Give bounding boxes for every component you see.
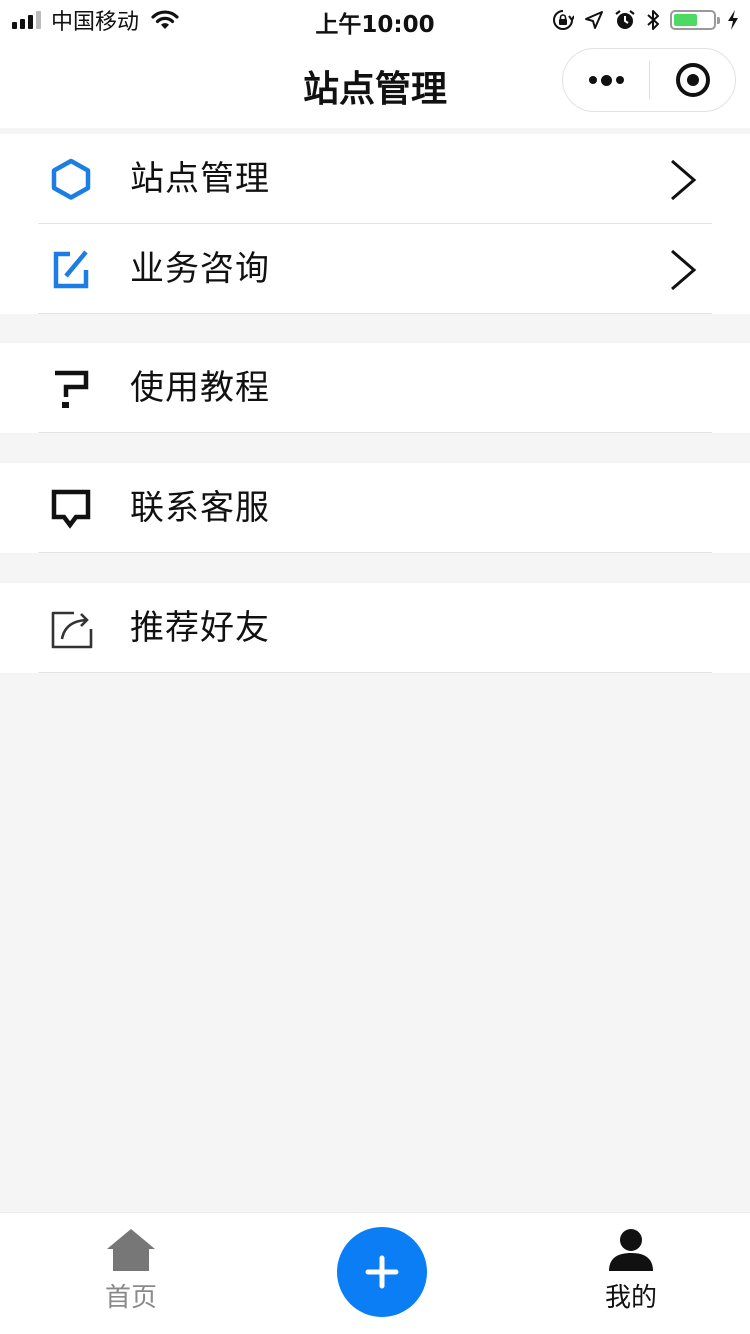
tab-mine[interactable]: 我的 xyxy=(551,1223,711,1314)
menu-item-tutorial[interactable]: 使用教程 xyxy=(0,343,750,433)
status-bar: 中国移动 上午10:00 xyxy=(0,0,750,40)
menu-item-business-consult[interactable]: 业务咨询 xyxy=(0,224,750,314)
menu-group-1: 站点管理 业务咨询 xyxy=(0,134,750,314)
battery-fill xyxy=(674,14,697,26)
menu-group-4: 推荐好友 xyxy=(0,583,750,673)
menu-item-label: 使用教程 xyxy=(130,368,270,408)
mini-program-capsule xyxy=(562,48,736,112)
tab-label: 首页 xyxy=(104,1283,157,1313)
menu-group-2: 使用教程 xyxy=(0,343,750,433)
menu-item-customer-service[interactable]: 联系客服 xyxy=(0,463,750,553)
question-icon xyxy=(55,370,89,408)
add-button[interactable] xyxy=(337,1227,427,1317)
charging-bolt-icon xyxy=(728,10,738,30)
menu-item-label: 业务咨询 xyxy=(130,249,270,289)
battery-icon xyxy=(670,10,720,30)
chevron-right-icon xyxy=(671,159,697,201)
share-icon xyxy=(51,611,93,649)
menu-item-site-management[interactable]: 站点管理 xyxy=(0,134,750,224)
close-button[interactable] xyxy=(650,49,735,111)
menu-group-3: 联系客服 xyxy=(0,463,750,553)
location-arrow-icon xyxy=(585,11,603,29)
target-circle-icon xyxy=(675,63,710,97)
menu-item-label: 站点管理 xyxy=(130,159,270,199)
menu-item-label: 推荐好友 xyxy=(130,608,270,648)
menu-item-label: 联系客服 xyxy=(130,488,270,528)
navigation-bar: 站点管理 xyxy=(0,40,750,128)
hexagon-icon xyxy=(51,158,91,200)
tab-label: 我的 xyxy=(604,1283,657,1313)
alarm-icon xyxy=(615,10,635,29)
tab-bar: 首页 我的 xyxy=(0,1212,750,1334)
chat-bubble-icon xyxy=(51,489,91,529)
plus-icon xyxy=(365,1255,399,1289)
bluetooth-icon xyxy=(647,10,659,30)
chevron-right-icon xyxy=(671,249,697,291)
menu-item-recommend-friend[interactable]: 推荐好友 xyxy=(0,583,750,673)
rotation-lock-icon xyxy=(553,10,574,30)
status-right xyxy=(552,6,740,34)
edit-square-icon xyxy=(53,250,89,289)
home-icon xyxy=(107,1229,155,1271)
user-icon xyxy=(609,1229,653,1271)
more-button[interactable] xyxy=(563,49,649,111)
tab-home[interactable]: 首页 xyxy=(51,1223,211,1314)
